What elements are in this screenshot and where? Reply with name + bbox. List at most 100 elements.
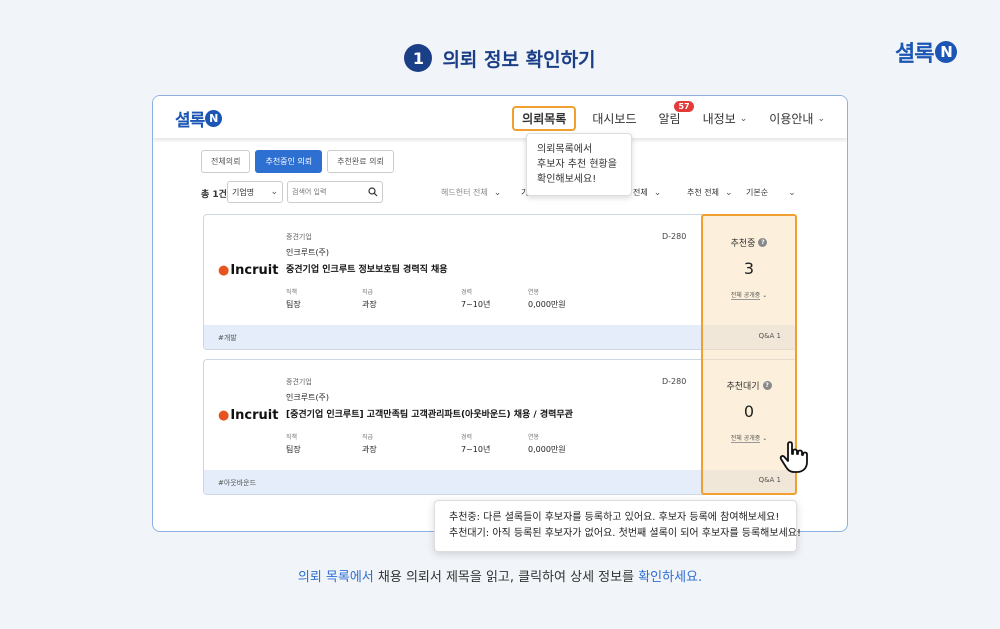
search-input[interactable] <box>292 188 362 196</box>
company-type: 중견기업 <box>286 378 312 386</box>
company-name: 인크루트(주) <box>286 248 330 257</box>
meta-label: 직급 <box>362 434 374 441</box>
caption-highlight: 의뢰 목록에서 <box>297 570 374 585</box>
meta-value: 과장 <box>362 300 377 309</box>
help-icon[interactable]: ? <box>758 238 768 247</box>
nav-label: 알림 <box>658 112 681 126</box>
meta-label: 연봉 <box>528 434 540 441</box>
nav-label: 내정보 <box>702 112 736 126</box>
meta-value: 0,000만원 <box>528 445 566 454</box>
caption: 의뢰 목록에서 채용 의뢰서 제목을 읽고, 클릭하여 상세 정보를 확인하세요… <box>0 566 1000 585</box>
company-name: 인크루트(주) <box>286 393 330 402</box>
chevron-down-icon: ⌄ <box>270 187 278 197</box>
app-logo-text: 셜록 <box>175 111 205 131</box>
app-window: 셜록 N 의뢰목록 대시보드 알림 57 내정보 ⌄ 이용안내 ⌄ 의뢰목록에서… <box>152 95 848 532</box>
filter-label: 헤드헌터 전체 <box>441 188 488 197</box>
company-type-select[interactable]: 기업명 ⌄ <box>227 181 283 203</box>
request-tabs: 전체의뢰 추천중인 의뢰 추천완료 의뢰 <box>201 150 394 173</box>
visibility-dropdown[interactable]: 전체 공개중 ⌄ <box>703 290 795 300</box>
meta-value: 팀장 <box>286 300 301 309</box>
app-logo[interactable]: 셜록 N <box>175 106 223 131</box>
top-nav: 의뢰목록 대시보드 알림 57 내정보 ⌄ 이용안내 ⌄ <box>512 101 825 131</box>
meta-label: 직급 <box>362 289 374 296</box>
app-logo-mark: N <box>205 110 223 127</box>
job-tag: #아웃바운드 <box>218 479 257 487</box>
step-number: 1 <box>404 44 433 72</box>
meta-label: 연봉 <box>528 289 540 296</box>
qa-count[interactable]: Q&A 1 <box>759 332 781 340</box>
nav-label: 의뢰목록 <box>522 112 567 126</box>
meta-label: 직책 <box>286 434 298 441</box>
meta-value: 7~10년 <box>461 300 491 309</box>
company-logo: ● Incruit <box>218 408 278 423</box>
status-count: 3 <box>743 259 755 278</box>
request-title[interactable]: [중견기업 인크루트] 고객만족팀 고객관리파트(아웃바운드) 채용 / 경력무… <box>286 407 573 420</box>
nav-request-list[interactable]: 의뢰목록 <box>512 106 577 131</box>
status-label: 추천대기 ? <box>703 379 795 392</box>
chevron-down-icon: ⌄ <box>739 113 748 124</box>
caption-text: 채용 의뢰서 제목을 읽고, 클릭하여 상세 정보를 <box>373 570 639 585</box>
qa-count[interactable]: Q&A 1 <box>759 476 781 484</box>
company-logo-text: Incruit <box>230 263 279 278</box>
nav-tooltip: 의뢰목록에서 후보자 추천 현황을 확인해보세요! <box>526 133 632 196</box>
meta-value: 과장 <box>362 445 377 454</box>
meta-value: 7~10년 <box>461 445 491 454</box>
meta-value: 0,000만원 <box>528 300 566 309</box>
meta-label: 경력 <box>461 289 473 296</box>
filter-label: 기본순 <box>746 188 769 197</box>
meta-value: 팀장 <box>286 445 301 454</box>
tooltip-line: 의뢰목록에서 <box>537 144 593 155</box>
company-type: 중견기업 <box>286 233 312 241</box>
caption-highlight: 확인하세요. <box>638 570 703 585</box>
request-title[interactable]: 중견기업 인크루트 정보보호팀 경력직 채용 <box>286 262 448 275</box>
filter-bar: 총 1건 기업명 ⌄ 헤드헌터 전체 ⌄ 기 전체 ⌄ 추천 전체 ⌄ 기본순 … <box>201 181 801 203</box>
nav-my-info[interactable]: 내정보 ⌄ <box>703 110 748 127</box>
status-label-text: 추천중 <box>730 239 756 249</box>
meta-label: 직책 <box>286 289 298 296</box>
visibility-label: 전체 공개중 <box>730 435 761 443</box>
nav-notifications[interactable]: 알림 57 <box>658 101 694 127</box>
app-header: 셜록 N 의뢰목록 대시보드 알림 57 내정보 ⌄ 이용안내 ⌄ <box>153 96 847 138</box>
nav-label: 대시보드 <box>592 112 637 126</box>
total-count: 총 1건 <box>201 190 227 200</box>
tooltip-line: 추천대기: 아직 등록된 후보자가 없어요. 첫번째 셜록이 되어 후보자를 등… <box>449 528 801 539</box>
nav-label: 이용안내 <box>769 112 814 126</box>
notification-badge: 57 <box>674 101 694 112</box>
meta-label: 경력 <box>461 434 473 441</box>
company-logo-text: Incruit <box>230 408 279 423</box>
chevron-down-icon: ⌄ <box>817 113 825 124</box>
nav-guide[interactable]: 이용안내 ⌄ <box>769 110 825 127</box>
nav-dashboard[interactable]: 대시보드 <box>592 110 636 127</box>
filter-label: 전체 <box>633 188 648 197</box>
tab-recommending[interactable]: 추천중인 의뢰 <box>255 150 323 173</box>
headhunter-filter[interactable]: 헤드헌터 전체 ⌄ <box>441 187 501 198</box>
visibility-label: 전체 공개중 <box>730 292 761 300</box>
d-day: D-280 <box>662 377 687 386</box>
search-box <box>287 181 383 203</box>
tab-all-requests[interactable]: 전체의뢰 <box>201 150 251 173</box>
incruit-mark-icon: ● <box>218 263 230 278</box>
status-filter[interactable]: 전체 ⌄ <box>633 187 661 198</box>
status-label-text: 추천대기 <box>726 382 760 392</box>
status-block: 추천대기 ? 0 전체 공개중 ⌄ <box>703 379 795 443</box>
sort-select[interactable]: 기본순 ⌄ <box>746 187 796 198</box>
hand-cursor-icon <box>779 441 808 473</box>
status-count: 0 <box>743 402 755 421</box>
chevron-down-icon: ⌄ <box>724 187 733 198</box>
step-title: 의뢰 정보 확인하기 <box>442 48 596 71</box>
search-icon[interactable] <box>368 187 378 197</box>
chevron-down-icon: ⌄ <box>493 187 502 198</box>
tooltip-line: 추천중: 다른 셜록들이 후보자를 등록하고 있어요. 후보자 등록에 참여해보… <box>449 512 780 523</box>
incruit-mark-icon: ● <box>218 408 230 423</box>
status-block: 추천중 ? 3 전체 공개중 ⌄ <box>703 236 795 300</box>
filter-label: 추천 전체 <box>687 188 719 197</box>
tab-completed[interactable]: 추천완료 의뢰 <box>327 150 394 173</box>
company-logo: ● Incruit <box>218 263 278 278</box>
help-icon[interactable]: ? <box>762 381 772 390</box>
job-tag: #개발 <box>218 334 237 342</box>
status-tooltip: 추천중: 다른 셜록들이 후보자를 등록하고 있어요. 후보자 등록에 참여해보… <box>434 500 801 552</box>
chevron-down-icon: ⌄ <box>788 187 796 198</box>
status-label: 추천중 ? <box>703 236 795 249</box>
d-day: D-280 <box>662 232 687 241</box>
recommend-filter[interactable]: 추천 전체 ⌄ <box>687 187 733 198</box>
